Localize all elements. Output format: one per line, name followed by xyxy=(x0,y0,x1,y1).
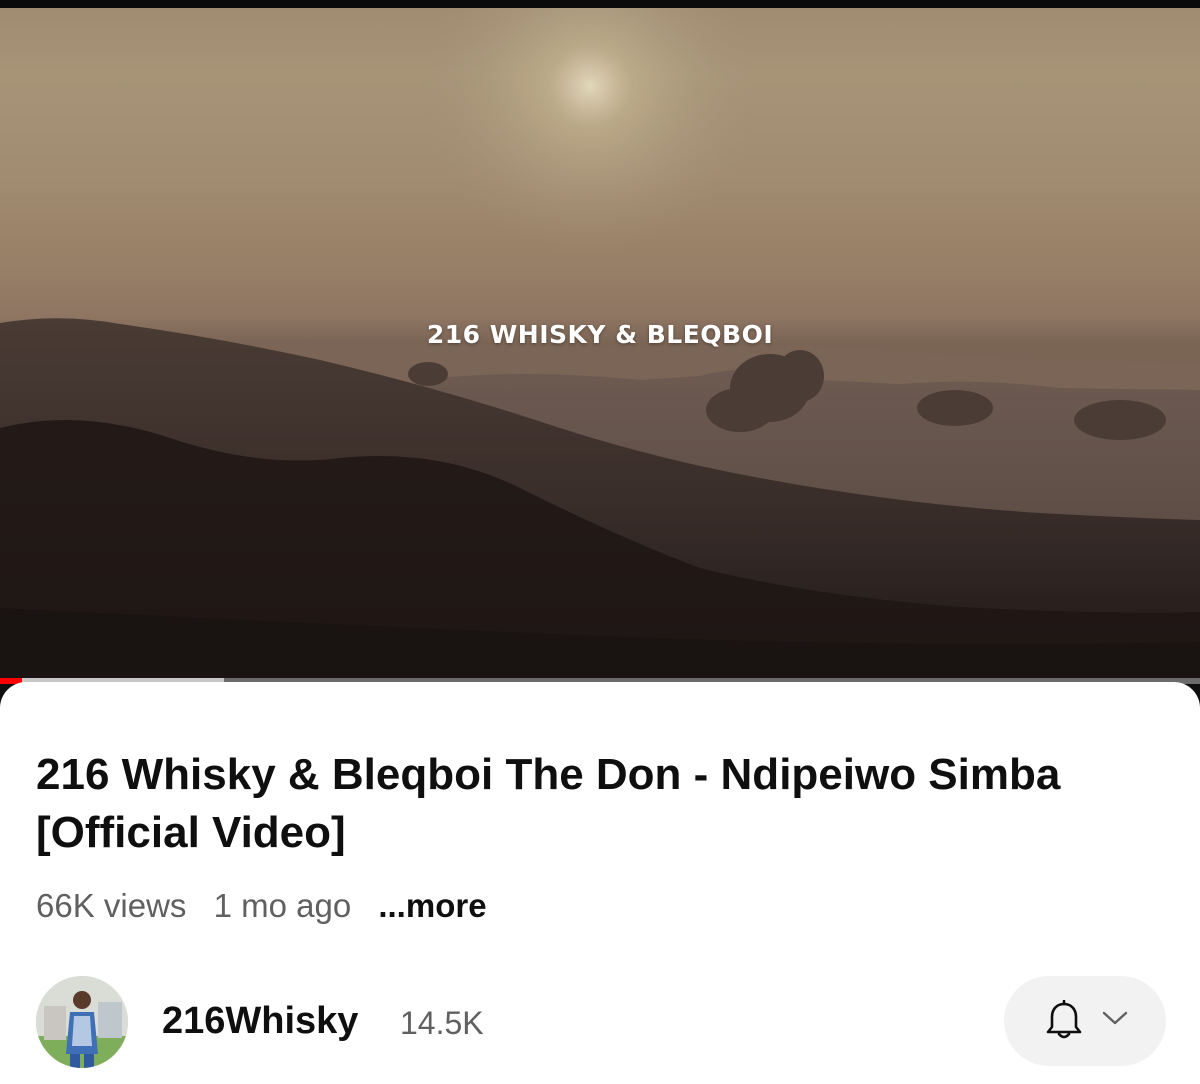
subscriber-count: 14.5K xyxy=(400,1005,484,1041)
notification-button[interactable] xyxy=(1004,976,1166,1066)
video-player[interactable]: 216 WHISKY & BLEQBOI xyxy=(0,8,1200,678)
avatar-image xyxy=(36,976,128,1068)
more-link[interactable]: ...more xyxy=(378,887,486,924)
channel-row: 216Whisky 14.5K xyxy=(36,974,1166,1070)
video-overlay-text: 216 WHISKY & BLEQBOI xyxy=(426,320,774,349)
video-details-panel: 216 Whisky & Bleqboi The Don - Ndipeiwo … xyxy=(0,682,1200,1084)
bell-icon xyxy=(1044,999,1084,1047)
status-strip xyxy=(0,0,1200,8)
chevron-down-icon xyxy=(1100,1008,1130,1033)
video-title[interactable]: 216 Whisky & Bleqboi The Don - Ndipeiwo … xyxy=(36,746,1156,862)
upload-age: 1 mo ago xyxy=(213,887,352,924)
channel-name[interactable]: 216Whisky xyxy=(162,1000,358,1043)
video-meta[interactable]: 66K views 1 mo ago ...more xyxy=(36,887,487,925)
view-count: 66K views xyxy=(36,887,187,924)
channel-avatar[interactable] xyxy=(36,976,128,1068)
